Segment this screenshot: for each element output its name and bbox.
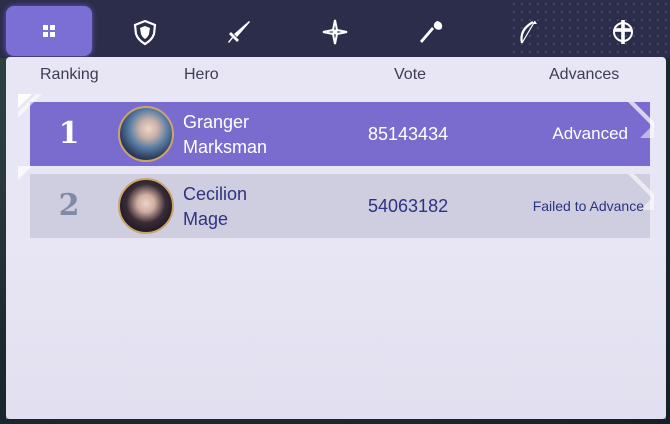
tab-fighter[interactable] [196,7,282,57]
grid-icon [43,25,55,37]
column-advances: Advances [549,66,620,83]
hero-name: Cecilion [183,184,248,204]
row-corner-decor [18,166,32,180]
cross-icon [613,20,633,44]
table-row[interactable]: 1 Granger Marksman 85143434 Advanced [18,94,654,166]
tab-support[interactable] [580,7,666,57]
sword-icon [228,21,250,43]
role-tab-bar [0,0,670,58]
row-corner-decor [18,94,42,118]
hero-avatar [118,106,174,162]
tab-tank[interactable] [102,7,188,57]
shuriken-icon [322,19,348,45]
staff-icon [420,21,443,43]
advance-status: Failed to Advance [532,198,644,214]
column-hero: Hero [184,66,219,83]
hero-role: Marksman [183,137,268,157]
column-ranking: Ranking [40,66,99,83]
rank-number: 2 [58,188,80,223]
hero-name: Granger [183,112,250,132]
bow-icon [520,20,537,44]
tab-marksman[interactable] [484,7,570,57]
tab-mage[interactable] [388,7,474,57]
vote-count: 85143434 [368,124,449,144]
tab-all[interactable] [6,6,92,56]
tab-assassin[interactable] [292,7,378,57]
hero-avatar [118,178,174,234]
column-vote: Vote [394,66,427,83]
vote-count: 54063182 [368,196,449,216]
rank-number: 1 [58,116,80,151]
table-header: Ranking Hero Vote Advances [0,66,670,86]
table-row[interactable]: 2 Cecilion Mage 54063182 Failed to Advan… [18,166,654,238]
hero-role: Mage [183,209,229,229]
panel-fade [6,240,666,419]
shield-icon [133,19,157,46]
advance-status: Advanced [552,124,628,143]
